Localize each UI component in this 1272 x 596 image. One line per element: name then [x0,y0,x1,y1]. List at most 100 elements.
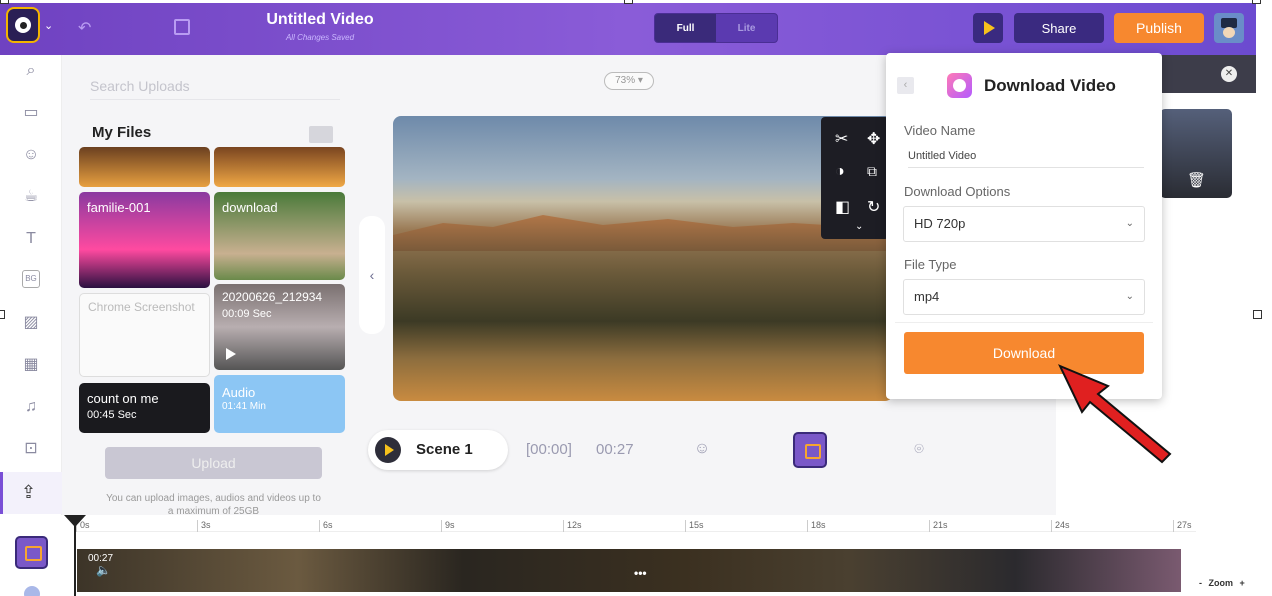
character-icon[interactable]: ☺ [692,440,712,462]
file-type-select[interactable]: mp4 ⌄ [903,279,1145,315]
camera-focus-icon[interactable]: ⌾ [910,441,928,459]
zoom-level-value: 73% [615,75,636,86]
timeline-tick: 27s [1173,520,1192,532]
file-thumbnail[interactable]: Audio 01:41 Min [214,375,345,433]
new-folder-icon[interactable] [309,126,333,143]
download-options-select[interactable]: HD 720p ⌄ [903,206,1145,242]
zoom-label: Zoom [1208,578,1234,588]
file-name: familie-001 [87,200,151,215]
file-name: 20200626_212934 [222,290,323,304]
mode-switch: Full Lite [654,13,778,43]
file-thumbnail[interactable]: 20200626_212934 00:09 Sec [214,284,345,370]
app-logo[interactable] [6,7,40,43]
speaker-icon[interactable]: 🔈 [96,563,111,577]
video-canvas[interactable] [393,116,893,401]
user-avatar[interactable] [1214,13,1244,43]
file-duration: 00:45 Sec [87,409,137,421]
file-thumbnail[interactable] [79,147,210,187]
undo-icon[interactable]: ↶ [78,18,91,38]
upload-button[interactable]: Upload [105,447,322,479]
character-icon[interactable]: ☺ [20,144,42,166]
chevron-down-icon[interactable]: ⌄ [44,19,53,32]
timeline-tick: 21s [929,520,948,532]
scissors-icon[interactable]: ✂ [835,129,848,149]
rotate-icon[interactable]: ↻ [867,197,880,217]
divider [895,322,1153,323]
props-icon[interactable]: ☕ [20,186,42,208]
upload-rail-item[interactable]: ⇪ [0,472,62,514]
scene-duration[interactable]: 00:27 [596,441,634,458]
zoom-in-button[interactable]: + [1240,578,1245,588]
video-clip-filmstrip[interactable] [77,549,1181,592]
chevron-down-icon: ⌄ [1125,218,1134,229]
text-icon[interactable]: T [20,228,42,250]
file-name: Audio [222,385,256,400]
timeline-tick: 24s [1051,520,1070,532]
timeline-tick: 15s [685,520,704,532]
video-title[interactable]: Untitled Video [225,11,415,29]
selection-handle[interactable] [1253,310,1262,319]
upload-icon: ⇪ [21,482,37,502]
file-duration: 01:41 Min [222,401,266,412]
search-uploads-input[interactable]: Search Uploads [90,78,340,100]
timeline-tick: 3s [197,520,211,532]
video-track-icon[interactable] [15,536,48,569]
contrast-icon[interactable]: ◧ [835,197,850,217]
more-options-icon[interactable]: ••• [634,566,647,580]
selection-handle[interactable] [1252,0,1261,4]
file-thumbnail[interactable] [214,147,345,187]
video-track-icon[interactable] [793,432,827,468]
properties-icon[interactable]: ▭ [20,102,42,124]
file-name: download [222,200,278,215]
zoom-out-button[interactable]: - [1199,578,1202,588]
selection-handle[interactable] [0,0,9,4]
chevron-down-icon: ⌄ [1125,291,1134,302]
video-icon[interactable]: ▦ [20,354,42,376]
annotation-arrow [1058,362,1173,464]
selection-handle[interactable] [0,310,5,319]
effects-icon[interactable]: ⊡ [20,438,42,460]
selection-handle[interactable] [624,0,633,4]
selected-video-thumbnail[interactable]: 🗑 [1160,109,1232,198]
trash-icon[interactable]: 🗑 [1187,171,1206,189]
collapse-panel-button[interactable]: ‹ [359,216,385,334]
file-name: count on me [87,391,159,406]
move-icon[interactable]: ✥ [867,129,880,149]
back-icon[interactable]: ‹ [897,77,914,94]
scene-name: Scene 1 [416,441,473,458]
mode-full-button[interactable]: Full [655,14,716,42]
background-icon[interactable]: BG [22,270,40,288]
publish-button[interactable]: Publish [1114,13,1204,43]
file-thumbnail[interactable]: count on me 00:45 Sec [79,383,210,433]
scene-start-time: [00:00] [526,441,572,458]
preview-play-button[interactable] [973,13,1003,43]
element-toolbox: ✂ ✥ ◑ ⧉ ◧ ↻ ⌄ [821,117,889,239]
duplicate-icon[interactable] [174,19,190,35]
file-thumbnail[interactable]: download [214,192,345,280]
zoom-level-dropdown[interactable]: 73% ▾ [604,72,654,90]
section-title: My Files [92,124,152,141]
save-status: All Changes Saved [285,33,355,42]
share-button[interactable]: Share [1014,13,1104,43]
close-icon[interactable]: ✕ [1221,66,1237,82]
replace-icon[interactable]: ⧉ [867,163,877,180]
color-filter-icon[interactable]: ◑ [835,163,845,181]
file-name: Chrome Screenshot [88,300,195,314]
download-icon [947,73,972,98]
music-icon[interactable]: ♫ [20,396,42,418]
timeline-ruler[interactable] [76,515,1196,532]
search-icon[interactable]: ⌕ [20,60,42,82]
video-name-field[interactable]: Untitled Video [908,150,1144,168]
timeline-tick: 18s [807,520,826,532]
file-thumbnail[interactable]: familie-001 [79,192,210,288]
scene-play-button[interactable] [375,437,401,463]
timeline-tick: 9s [441,520,455,532]
file-thumbnail[interactable]: Chrome Screenshot [79,293,210,377]
track-indicator [24,586,40,596]
video-name-label: Video Name [904,123,976,138]
playhead[interactable] [74,515,76,596]
mode-lite-button[interactable]: Lite [716,14,777,42]
playhead-handle[interactable] [64,515,86,527]
image-icon[interactable]: ▨ [20,312,42,334]
chevron-down-icon[interactable]: ⌄ [855,221,863,232]
